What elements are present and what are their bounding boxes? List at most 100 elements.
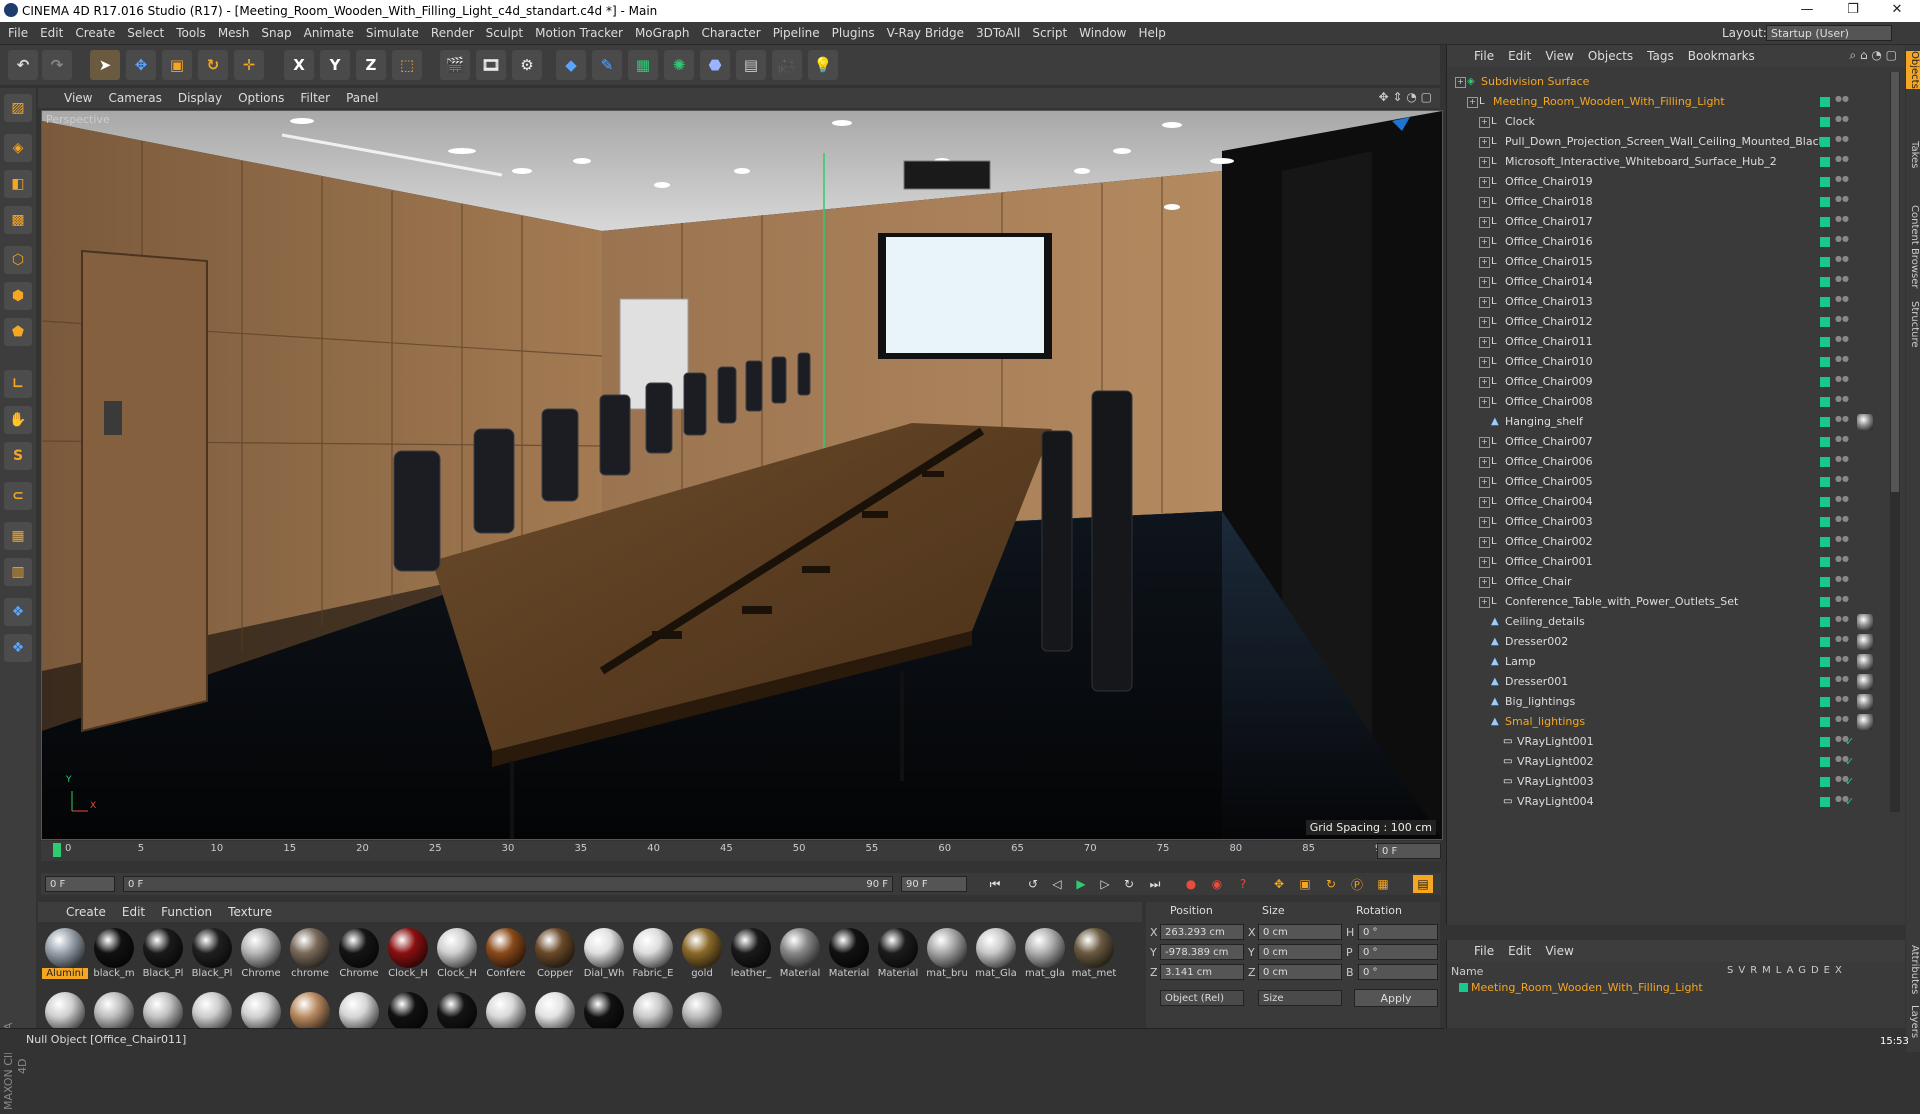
auto-keying-icon[interactable]: ◉ xyxy=(1207,875,1227,893)
key-rotation-icon[interactable]: ↻ xyxy=(1321,875,1341,893)
object-row[interactable]: + L Office_Chair013 ●● xyxy=(1447,292,1887,312)
layer-menu-view[interactable]: View xyxy=(1538,940,1580,962)
right-tab-content-browser[interactable]: Content Browser xyxy=(1906,205,1920,288)
expand-toggle-icon[interactable]: + xyxy=(1479,337,1490,348)
menu-tools[interactable]: Tools xyxy=(170,22,212,44)
render-visibility-dots-icon[interactable]: ●● xyxy=(1835,455,1849,469)
render-visibility-dots-icon[interactable]: ●● xyxy=(1835,235,1849,249)
visibility-toggle[interactable] xyxy=(1820,177,1830,187)
z-axis-lock-button[interactable]: Z xyxy=(356,50,386,80)
visibility-toggle[interactable] xyxy=(1820,377,1830,387)
render-visibility-dots-icon[interactable]: ●● xyxy=(1835,375,1849,389)
expand-toggle-icon[interactable]: + xyxy=(1455,77,1466,88)
visibility-toggle[interactable] xyxy=(1820,657,1830,667)
expand-toggle-icon[interactable]: + xyxy=(1479,437,1490,448)
menu-pipeline[interactable]: Pipeline xyxy=(767,22,826,44)
python-console-icon[interactable]: ❖ xyxy=(4,634,32,662)
material-swatch[interactable]: chrome xyxy=(287,928,333,982)
viewport-menu-options[interactable]: Options xyxy=(230,88,292,108)
expand-toggle-icon[interactable]: + xyxy=(1479,397,1490,408)
visibility-toggle[interactable] xyxy=(1820,417,1830,427)
timeline-ruler[interactable]: 051015202530354045505560657075808590 0 F xyxy=(41,841,1441,861)
key-parameter-icon[interactable]: Ⓟ xyxy=(1347,875,1367,893)
object-row[interactable]: + L Office_Chair009 ●● xyxy=(1447,372,1887,392)
keyframe-selection-icon[interactable]: ? xyxy=(1233,875,1253,893)
transform-tool-icon[interactable]: ✛ xyxy=(234,50,264,80)
layer-menu-file[interactable]: File xyxy=(1467,940,1501,962)
deformer-icon[interactable]: ⬣ xyxy=(700,50,730,80)
render-visibility-dots-icon[interactable]: ●● xyxy=(1835,395,1849,409)
polygons-mode-icon[interactable]: ⬟ xyxy=(4,318,32,346)
render-picture-viewer-icon[interactable]: 🎞 xyxy=(476,50,506,80)
menu-plugins[interactable]: Plugins xyxy=(826,22,881,44)
visibility-toggle[interactable] xyxy=(1820,217,1830,227)
visibility-toggle[interactable] xyxy=(1820,617,1830,627)
cube-primitive-icon[interactable]: ◆ xyxy=(556,50,586,80)
material-swatch[interactable]: Chrome xyxy=(238,928,284,982)
render-visibility-dots-icon[interactable]: ●● xyxy=(1835,335,1849,349)
enabled-check-icon[interactable]: ✓ xyxy=(1845,735,1854,748)
expand-toggle-icon[interactable]: + xyxy=(1467,97,1478,108)
object-row[interactable]: + L Office_Chair ●● xyxy=(1447,572,1887,592)
menu-select[interactable]: Select xyxy=(121,22,170,44)
material-tag-icon[interactable] xyxy=(1857,654,1873,670)
go-to-end-icon[interactable]: ⏭ xyxy=(1145,875,1165,893)
viewport-menu-view[interactable]: View xyxy=(56,88,100,108)
expand-toggle-icon[interactable]: + xyxy=(1479,537,1490,548)
object-row[interactable]: ▲ Dresser002 ●● xyxy=(1447,632,1887,652)
object-row[interactable]: ▲ Smal_lightings ●● xyxy=(1447,712,1887,732)
coordinate-mode-select[interactable]: Object (Rel) xyxy=(1160,990,1244,1006)
object-row[interactable]: + L Office_Chair004 ●● xyxy=(1447,492,1887,512)
object-row[interactable]: + L Office_Chair018 ●● xyxy=(1447,192,1887,212)
object-row[interactable]: + L Office_Chair019 ●● xyxy=(1447,172,1887,192)
key-pla-icon[interactable]: ▦ xyxy=(1373,875,1393,893)
object-row[interactable]: ▲ Ceiling_details ●● xyxy=(1447,612,1887,632)
object-row[interactable]: + L Office_Chair014 ●● xyxy=(1447,272,1887,292)
material-swatch[interactable]: Chrome xyxy=(336,928,382,982)
visibility-toggle[interactable] xyxy=(1820,717,1830,727)
visibility-toggle[interactable] xyxy=(1820,797,1830,807)
render-visibility-dots-icon[interactable]: ●● xyxy=(1835,755,1849,769)
object-row[interactable]: + L Clock ●● xyxy=(1447,112,1887,132)
object-row[interactable]: + L Office_Chair016 ●● xyxy=(1447,232,1887,252)
material-tag-icon[interactable] xyxy=(1857,694,1873,710)
right-tab-takes[interactable]: Takes xyxy=(1906,141,1920,168)
object-row[interactable]: + L Office_Chair005 ●● xyxy=(1447,472,1887,492)
visibility-toggle[interactable] xyxy=(1820,117,1830,127)
menu-create[interactable]: Create xyxy=(69,22,121,44)
visibility-toggle[interactable] xyxy=(1820,337,1830,347)
subdivision-surface-icon[interactable]: ▦ xyxy=(628,50,658,80)
snap-icon[interactable]: S xyxy=(4,442,32,470)
render-visibility-dots-icon[interactable]: ●● xyxy=(1835,555,1849,569)
object-row[interactable]: ▭ VRayLight001 ●● ✓ xyxy=(1447,732,1887,752)
material-swatch[interactable]: Clock_H xyxy=(434,928,480,982)
render-visibility-dots-icon[interactable]: ●● xyxy=(1835,115,1849,129)
play-icon[interactable]: ▶ xyxy=(1071,875,1091,893)
material-swatch[interactable]: Material xyxy=(826,928,872,982)
expand-toggle-icon[interactable]: + xyxy=(1479,217,1490,228)
minimize-button[interactable]: — xyxy=(1784,0,1830,22)
previous-frame-icon[interactable]: ◁ xyxy=(1047,875,1067,893)
undo-icon[interactable]: ↶ xyxy=(8,50,38,80)
visibility-toggle[interactable] xyxy=(1820,317,1830,327)
menu-mesh[interactable]: Mesh xyxy=(212,22,256,44)
visibility-toggle[interactable] xyxy=(1820,137,1830,147)
object-row[interactable]: + L Office_Chair010 ●● xyxy=(1447,352,1887,372)
menu-script[interactable]: Script xyxy=(1026,22,1073,44)
size-mode-select[interactable]: Size xyxy=(1258,990,1342,1006)
workplane-icon[interactable]: ▩ xyxy=(4,206,32,234)
grid-icon[interactable]: ▦ xyxy=(4,522,32,550)
material-swatch[interactable]: black_m xyxy=(91,928,137,982)
object-menu-bookmarks[interactable]: Bookmarks xyxy=(1681,45,1762,67)
menu-3dtoall[interactable]: 3DToAll xyxy=(970,22,1026,44)
viewport-menu-filter[interactable]: Filter xyxy=(292,88,338,108)
menu-v-ray-bridge[interactable]: V-Ray Bridge xyxy=(881,22,970,44)
rotation-b-field[interactable]: 0 ° xyxy=(1358,964,1438,980)
material-tag-icon[interactable] xyxy=(1857,414,1873,430)
menu-mograph[interactable]: MoGraph xyxy=(629,22,696,44)
material-tag-icon[interactable] xyxy=(1857,634,1873,650)
visibility-toggle[interactable] xyxy=(1820,537,1830,547)
points-mode-icon[interactable]: ⬡ xyxy=(4,246,32,274)
enabled-check-icon[interactable]: ✓ xyxy=(1845,775,1854,788)
render-visibility-dots-icon[interactable]: ●● xyxy=(1835,655,1849,669)
